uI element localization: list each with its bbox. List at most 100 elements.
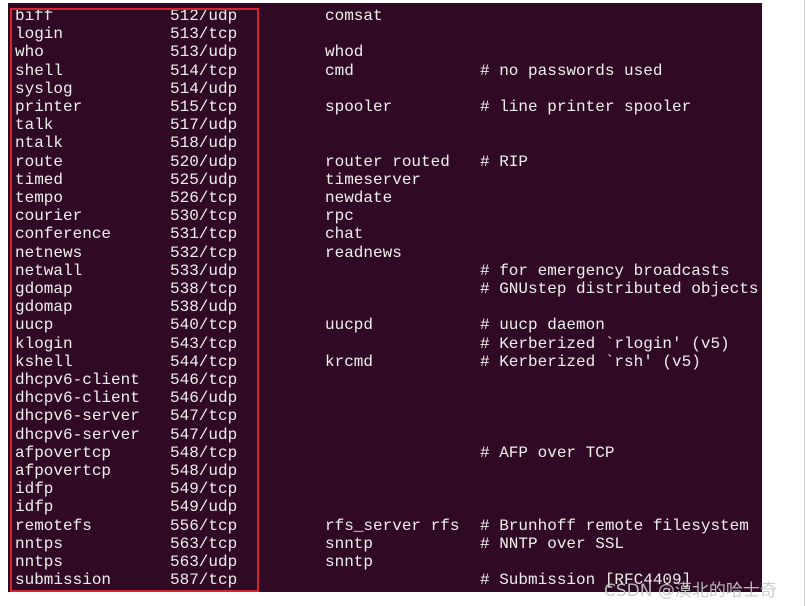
service-name: dhcpv6-client — [15, 371, 140, 389]
port-protocol: 518/udp — [170, 134, 238, 153]
service-name: kshell — [15, 352, 73, 371]
service-name: conference — [15, 225, 112, 244]
service-line: nntps 563/tcp snntp # NNTP over SSL — [8, 535, 762, 553]
comment: # uucp daemon — [480, 316, 605, 335]
service-line: who 513/udp whod — [8, 43, 762, 61]
port-protocol: 515/tcp — [170, 98, 238, 116]
aliases: whod — [325, 43, 364, 62]
port-protocol: 514/udp — [170, 79, 238, 98]
watermark: CSDN @漠北的哈士奇 — [604, 581, 777, 601]
aliases: snntp — [325, 553, 374, 571]
port-protocol: 540/tcp — [170, 316, 238, 335]
port-protocol: 547/tcp — [170, 407, 238, 426]
service-name: dhcpv6-server — [15, 425, 140, 444]
service-line: ntalk 518/udp — [8, 134, 762, 152]
comment: # NNTP over SSL — [480, 534, 625, 553]
service-line: remotefs 556/tcp rfs_server rfs # Brunhoff … — [8, 517, 762, 535]
service-line: printer 515/tcp spooler # line printer spoo… — [8, 98, 762, 116]
port-protocol: 556/tcp — [170, 516, 238, 535]
port-protocol: 546/udp — [170, 389, 238, 408]
service-name: tempo — [15, 189, 64, 207]
port-protocol: 549/udp — [170, 498, 238, 517]
port-protocol: 526/tcp — [170, 189, 238, 207]
port-protocol: 532/tcp — [170, 243, 238, 262]
aliases: krcmd — [325, 352, 374, 371]
comment: # for emergency broadcasts — [480, 261, 730, 280]
port-protocol: 531/tcp — [170, 225, 238, 244]
service-name: uucp — [15, 316, 54, 335]
port-protocol: 543/tcp — [170, 334, 238, 353]
service-line: kshell 544/tcp krcmd # Kerberized `rsh' (v5… — [8, 353, 762, 371]
port-protocol: 548/udp — [170, 462, 238, 480]
port-protocol: 563/tcp — [170, 534, 238, 553]
service-line: idfp 549/tcp — [8, 480, 762, 498]
aliases: comsat — [325, 7, 383, 25]
port-protocol: 525/udp — [170, 170, 238, 189]
service-line: timed 525/udp timeserver — [8, 171, 762, 189]
service-line: gdomap 538/tcp # GNUstep distributed objec… — [8, 280, 762, 298]
service-name: printer — [15, 98, 83, 116]
service-line: dhcpv6-client 546/udp — [8, 389, 762, 407]
port-protocol: 512/udp — [170, 7, 238, 25]
terminal-window[interactable]: biff 512/udp comsat login 513/tcp who 513/udp w… — [8, 3, 762, 592]
aliases: spooler — [325, 98, 393, 116]
port-protocol: 514/tcp — [170, 61, 238, 80]
service-line: nntps 563/udp snntp — [8, 553, 762, 571]
service-name: gdomap — [15, 298, 73, 317]
service-line: netwall 533/udp # for emergency broadcasts — [8, 262, 762, 280]
service-name: courier — [15, 207, 83, 226]
port-protocol: 533/udp — [170, 261, 238, 280]
port-protocol: 547/udp — [170, 425, 238, 444]
service-line: syslog 514/udp — [8, 80, 762, 98]
aliases: readnews — [325, 243, 402, 262]
comment: # RIP — [480, 152, 529, 171]
aliases: router routed — [325, 152, 450, 171]
service-line: conference 531/tcp chat — [8, 225, 762, 243]
service-name: klogin — [15, 334, 73, 353]
port-protocol: 549/tcp — [170, 480, 238, 499]
service-line: dhcpv6-server 547/tcp — [8, 407, 762, 425]
service-name: remotefs — [15, 516, 92, 535]
aliases: chat — [325, 225, 364, 244]
port-protocol: 513/tcp — [170, 25, 238, 44]
service-name: netwall — [15, 261, 83, 280]
comment: # Brunhoff remote filesystem — [480, 516, 749, 535]
port-protocol: 538/tcp — [170, 280, 238, 298]
service-name: talk — [15, 116, 54, 135]
service-name: biff — [15, 7, 54, 25]
service-name: timed — [15, 170, 64, 189]
service-name: nntps — [15, 553, 64, 571]
port-protocol: 587/tcp — [170, 571, 238, 590]
service-line: talk 517/udp — [8, 116, 762, 134]
service-line: tempo 526/tcp newdate — [8, 189, 762, 207]
port-protocol: 546/tcp — [170, 371, 238, 389]
service-name: login — [15, 25, 64, 44]
service-name: gdomap — [15, 280, 73, 298]
service-line: afpovertcp 548/tcp # AFP over TCP — [8, 444, 762, 462]
aliases: cmd — [325, 61, 354, 80]
service-line: netnews 532/tcp readnews — [8, 244, 762, 262]
service-name: nntps — [15, 534, 64, 553]
comment: # GNUstep distributed objects — [480, 280, 759, 298]
port-protocol: 544/tcp — [170, 352, 238, 371]
service-name: idfp — [15, 480, 54, 499]
service-name: afpovertcp — [15, 443, 112, 462]
service-name: shell — [15, 61, 64, 80]
comment: # AFP over TCP — [480, 443, 615, 462]
service-name: dhcpv6-client — [15, 389, 140, 408]
aliases: uucpd — [325, 316, 374, 335]
port-protocol: 538/udp — [170, 298, 238, 317]
service-line: klogin 543/tcp # Kerberized `rlogin' (v5) — [8, 335, 762, 353]
service-line: courier 530/tcp rpc — [8, 207, 762, 225]
aliases: timeserver — [325, 170, 422, 189]
port-protocol: 530/tcp — [170, 207, 238, 226]
comment: # no passwords used — [480, 61, 663, 80]
comment: # line printer spooler — [480, 98, 692, 116]
service-name: who — [15, 43, 44, 62]
service-name: ntalk — [15, 134, 64, 153]
aliases: snntp — [325, 534, 374, 553]
service-line: afpovertcp 548/udp — [8, 462, 762, 480]
service-name: route — [15, 152, 64, 171]
service-name: syslog — [15, 79, 73, 98]
port-protocol: 517/udp — [170, 116, 238, 135]
